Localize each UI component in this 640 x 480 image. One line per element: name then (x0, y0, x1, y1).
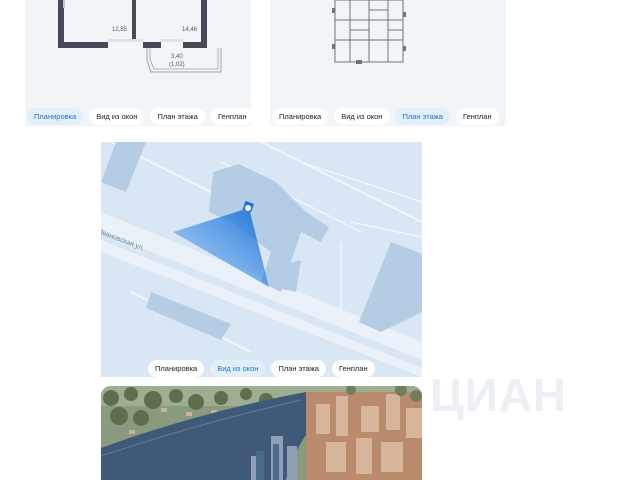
floor-tabs: Планировка Вид из окон План этажа Генпла… (272, 108, 499, 125)
tab-genplan[interactable]: Генплан (210, 108, 251, 125)
tab-plan-etazha[interactable]: План этажа (271, 360, 326, 377)
window-view-tabs: Планировка Вид из окон План этажа Генпла… (148, 360, 375, 377)
room-right-area: 14,46 (182, 27, 198, 33)
plan-tabs: Планировка Вид из окон План этажа Генпла… (27, 108, 251, 125)
window-view-map (101, 142, 422, 377)
balcony-area-alt: (1,02) (169, 62, 185, 68)
floor-plan-drawing (332, 0, 406, 64)
window-view-card: Ивановская ул. Планировка Вид из окон Пл… (101, 142, 422, 377)
tab-genplan[interactable]: Генплан (455, 108, 499, 125)
tab-planirovka[interactable]: Планировка (27, 108, 84, 125)
tab-planirovka[interactable]: Планировка (272, 108, 329, 125)
tab-vid-iz-okon[interactable]: Вид из окон (89, 108, 145, 125)
tab-vid-iz-okon[interactable]: Вид из окон (210, 360, 266, 377)
aerial-photo (101, 386, 422, 480)
brand-watermark: ЦИАН (430, 369, 568, 421)
tab-plan-etazha[interactable]: План этажа (150, 108, 205, 125)
balcony-area: 3,40 (171, 54, 183, 60)
tab-plan-etazha[interactable]: План этажа (395, 108, 450, 125)
tab-vid-iz-okon[interactable]: Вид из окон (334, 108, 390, 125)
tab-planirovka[interactable]: Планировка (148, 360, 205, 377)
room-left-area: 12,85 (112, 27, 128, 33)
apartment-plan-drawing (58, 0, 222, 73)
aerial-photo-card (101, 386, 422, 480)
floor-plan-card: Планировка Вид из окон План этажа Генпла… (270, 0, 506, 126)
plan-card: 12,85 14,46 3,40 (1,02) Планировка Вид и… (25, 0, 251, 126)
tab-genplan[interactable]: Генплан (331, 360, 375, 377)
